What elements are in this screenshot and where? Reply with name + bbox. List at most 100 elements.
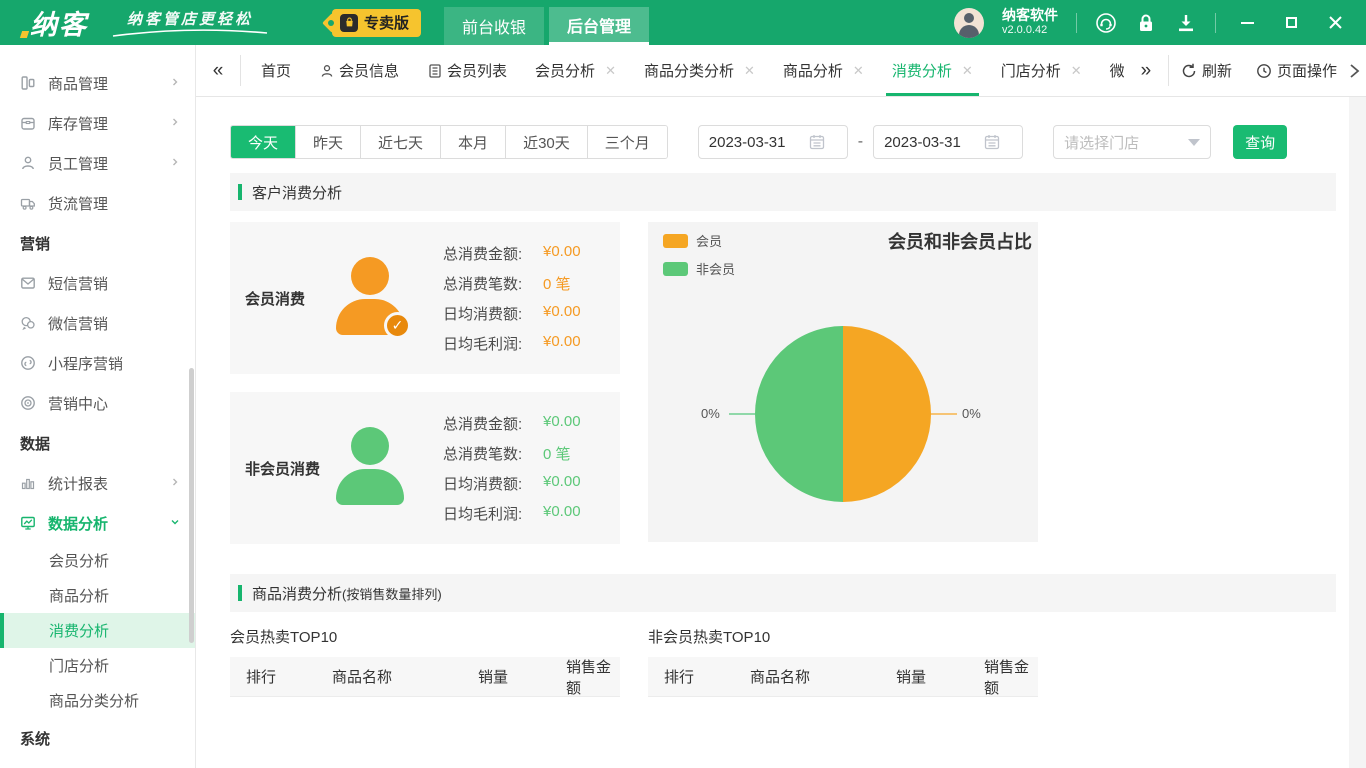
card-title: 会员消费	[245, 290, 306, 308]
tab-item[interactable]: 消费分析 ✕	[878, 45, 987, 96]
maximize-button[interactable]	[1278, 10, 1304, 36]
brand-tagline: 纳客管店更轻松	[110, 8, 270, 38]
pie-chart[interactable]	[755, 326, 931, 502]
sidebar-item[interactable]: 小程序营销	[0, 343, 195, 383]
sidebar-section-label: 系统	[20, 730, 51, 748]
pie-chart-panel: 会员 非会员 会员和非会员占比 0% 0%	[648, 222, 1038, 542]
date-range-button[interactable]: 昨天	[295, 126, 361, 158]
minimize-button[interactable]	[1234, 10, 1260, 36]
tab-close-icon[interactable]: ✕	[605, 63, 616, 79]
top10-panel: 非会员热卖TOP10 排行 商品名称 销量 销售金额	[648, 618, 1038, 697]
stat-row: 日均消费额: ¥0.00	[443, 303, 581, 324]
table-header-row: 排行 商品名称 销量 销售金额	[230, 657, 620, 697]
edition-badge: 专卖版	[328, 8, 422, 37]
page-ops-icon	[1257, 63, 1271, 78]
legend-item[interactable]: 非会员	[663, 259, 735, 278]
store-select[interactable]: 请选择门店	[1053, 125, 1212, 159]
avatar[interactable]	[954, 7, 984, 38]
sidebar-item[interactable]: 统计报表	[0, 463, 195, 503]
tab-close-icon[interactable]: ✕	[853, 63, 864, 79]
tab-close-icon[interactable]: ✕	[962, 63, 973, 79]
app-header: 纳客 纳客管店更轻松 专卖版 前台收银 后台管理 纳客软件 v2.0.0.42	[0, 0, 1366, 45]
person-icon: ✓	[333, 257, 411, 339]
tab-label: 会员分析	[535, 63, 596, 80]
legend-item[interactable]: 会员	[663, 231, 735, 250]
sidebar: 会员管理商品管理库存管理员工管理货流管理营销短信营销微信营销小程序营销营销中心数…	[0, 45, 196, 768]
date-range-separator: -	[857, 133, 864, 150]
tab-item[interactable]: 门店分析 ✕	[987, 45, 1096, 96]
tab-label: 微信营销	[1109, 63, 1124, 80]
sidebar-item[interactable]: 货流管理	[0, 183, 195, 223]
tab-label: 首页	[261, 63, 292, 80]
sidebar-item[interactable]: 商品管理	[0, 63, 195, 103]
date-from-input[interactable]	[708, 133, 809, 151]
target-icon	[20, 395, 36, 411]
tab-item[interactable]: 首页	[247, 45, 305, 96]
date-range-button[interactable]: 今天	[231, 126, 296, 158]
tab-item[interactable]: 会员分析 ✕	[521, 45, 630, 96]
close-button[interactable]	[1322, 10, 1348, 36]
sidebar-item-label: 短信营销	[48, 275, 109, 293]
main-area: « 首页 会员信息 会员列表 会员分析 ✕ 商品分类分析 ✕ 商品分析 ✕ 消费分析 ✕ 门店分析 ✕ 微…	[196, 45, 1366, 768]
sidebar-item-label: 微信营销	[48, 315, 109, 333]
tab-item[interactable]: 会员列表	[413, 45, 521, 96]
sidebar-subitem[interactable]: 商品分类分析	[0, 683, 195, 718]
sidebar-subitem[interactable]: 门店分析	[0, 648, 195, 683]
sidebar-subitem[interactable]: 会员分析	[0, 543, 195, 578]
sidebar-item-label: 统计报表	[48, 475, 109, 493]
refresh-button[interactable]: 刷新	[1169, 60, 1244, 81]
tabs-collapse-left[interactable]: «	[196, 45, 240, 96]
support-icon[interactable]	[1095, 12, 1117, 34]
tab-item[interactable]: 商品分类分析 ✕	[630, 45, 769, 96]
app-version: v2.0.0.42	[1002, 24, 1048, 37]
date-to-input[interactable]	[884, 133, 985, 151]
tab-item[interactable]: 微信营销	[1096, 45, 1124, 96]
table-header-row: 排行 商品名称 销量 销售金额	[648, 657, 1038, 697]
chevron-right-icon	[169, 75, 181, 92]
sidebar-item[interactable]: 会员管理	[0, 45, 195, 55]
date-range-button[interactable]: 近30天	[505, 126, 587, 158]
sidebar-item[interactable]: 营销中心	[0, 383, 195, 423]
stat-label: 总消费金额:	[443, 245, 523, 263]
logo-accent-mark	[19, 31, 30, 38]
download-icon[interactable]	[1175, 12, 1197, 34]
tab-close-icon[interactable]: ✕	[1071, 63, 1082, 79]
tab-close-icon[interactable]: ✕	[744, 63, 755, 79]
calendar-icon[interactable]	[984, 134, 1000, 150]
pie-percent-right: 0%	[962, 406, 981, 421]
date-range-button[interactable]: 本月	[440, 126, 506, 158]
sidebar-subitem[interactable]: 商品分析	[0, 578, 195, 613]
tab-ops-more-icon[interactable]	[1349, 63, 1360, 79]
sidebar-item[interactable]: 库存管理	[0, 103, 195, 143]
tab-item[interactable]: 会员信息	[305, 45, 413, 96]
sidebar-item[interactable]: 员工管理	[0, 143, 195, 183]
sidebar-item-label: 营销中心	[48, 395, 109, 413]
person-head	[351, 257, 389, 295]
lock-icon[interactable]	[1135, 12, 1157, 34]
tabs-collapse-right[interactable]: »	[1124, 45, 1168, 96]
leader-line-left	[729, 413, 755, 415]
page-ops-button[interactable]: 页面操作	[1244, 60, 1349, 81]
front-cashier-button[interactable]: 前台收银	[444, 7, 545, 45]
sidebar-item[interactable]: 数据分析	[0, 503, 195, 543]
content-scrollbar[interactable]	[1349, 97, 1366, 768]
sidebar-subitem[interactable]: 消费分析	[0, 613, 195, 648]
stat-value: 0 笔	[543, 445, 571, 463]
date-range-button[interactable]: 近七天	[360, 126, 441, 158]
check-badge-icon: ✓	[384, 312, 411, 339]
stat-label: 日均毛利润:	[443, 335, 523, 353]
card-title: 非会员消费	[245, 460, 321, 478]
date-range-button[interactable]: 三个月	[586, 126, 667, 158]
date-from-field[interactable]	[697, 125, 848, 159]
sidebar-item[interactable]: 短信营销	[0, 263, 195, 303]
tab-item[interactable]: 商品分析 ✕	[769, 45, 878, 96]
backoffice-button[interactable]: 后台管理	[549, 7, 650, 45]
sidebar-scrollbar[interactable]	[189, 368, 194, 643]
date-to-field[interactable]	[873, 125, 1024, 159]
header-nav: 前台收银 后台管理	[439, 7, 650, 45]
calendar-icon[interactable]	[809, 134, 825, 150]
tab-operations: 刷新 页面操作	[1169, 45, 1366, 96]
sidebar-item[interactable]: 微信营销	[0, 303, 195, 343]
inventory-icon	[20, 115, 36, 131]
query-button[interactable]: 查询	[1233, 125, 1288, 159]
